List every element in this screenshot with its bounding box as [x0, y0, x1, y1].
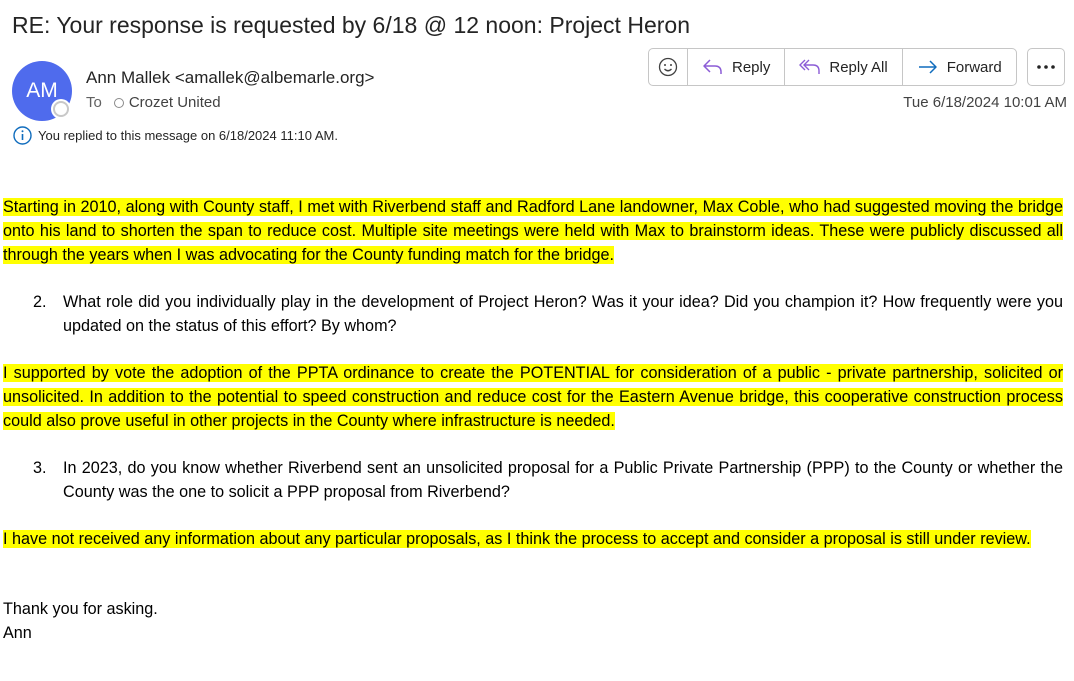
message-date: Tue 6/18/2024 10:01 AM: [903, 94, 1067, 111]
answer-1: Starting in 2010, along with County staf…: [3, 195, 1063, 267]
question-2-text: What role did you individually play in t…: [63, 293, 1063, 335]
question-3: 3. In 2023, do you know whether Riverben…: [33, 456, 1063, 504]
reply-label: Reply: [732, 58, 771, 76]
answer-2-text: I supported by vote the adoption of the …: [3, 364, 1063, 430]
forward-label: Forward: [946, 58, 1002, 76]
info-icon: [13, 126, 32, 145]
answer-3: I have not received any information abou…: [3, 527, 1063, 551]
signature: Ann: [3, 624, 32, 642]
message-toolbar: Reply Reply All Forward: [648, 48, 1065, 86]
answer-1-text: Starting in 2010, along with County staf…: [3, 198, 1063, 264]
forward-button[interactable]: Forward: [901, 49, 1016, 85]
question-2-number: 2.: [33, 293, 47, 311]
sender-name[interactable]: Ann Mallek <amallek@albemarle.org>: [86, 68, 374, 88]
reply-button[interactable]: Reply: [687, 49, 784, 85]
more-actions-button[interactable]: [1026, 48, 1065, 86]
answer-3-text: I have not received any information abou…: [3, 530, 1031, 548]
to-label: To: [86, 94, 102, 111]
question-3-text: In 2023, do you know whether Riverbend s…: [63, 459, 1063, 501]
emoji-button[interactable]: [649, 49, 687, 85]
closing-line: Thank you for asking.: [3, 600, 158, 618]
recipient-presence-icon: [113, 97, 124, 108]
presence-status-icon: [53, 101, 69, 117]
reply-all-icon: [799, 59, 821, 74]
reply-all-label: Reply All: [829, 58, 888, 76]
reply-all-button[interactable]: Reply All: [784, 49, 901, 85]
message-body: Starting in 2010, along with County staf…: [3, 195, 1063, 645]
email-subject: RE: Your response is requested by 6/18 @…: [12, 12, 690, 38]
action-button-group: Reply Reply All Forward: [648, 48, 1017, 86]
recipients-row: To Crozet United: [86, 94, 221, 111]
answer-2: I supported by vote the adoption of the …: [3, 361, 1063, 433]
avatar-initials: AM: [26, 79, 58, 102]
reply-icon: [703, 59, 722, 74]
info-banner: You replied to this message on 6/18/2024…: [13, 126, 338, 145]
forward-icon: [918, 60, 937, 74]
recipient-name[interactable]: Crozet United: [129, 94, 221, 111]
emoji-icon: [658, 57, 678, 77]
info-banner-text: You replied to this message on 6/18/2024…: [38, 128, 338, 143]
question-3-number: 3.: [33, 459, 47, 477]
more-icon: [1036, 65, 1055, 69]
question-2: 2. What role did you individually play i…: [33, 290, 1063, 338]
